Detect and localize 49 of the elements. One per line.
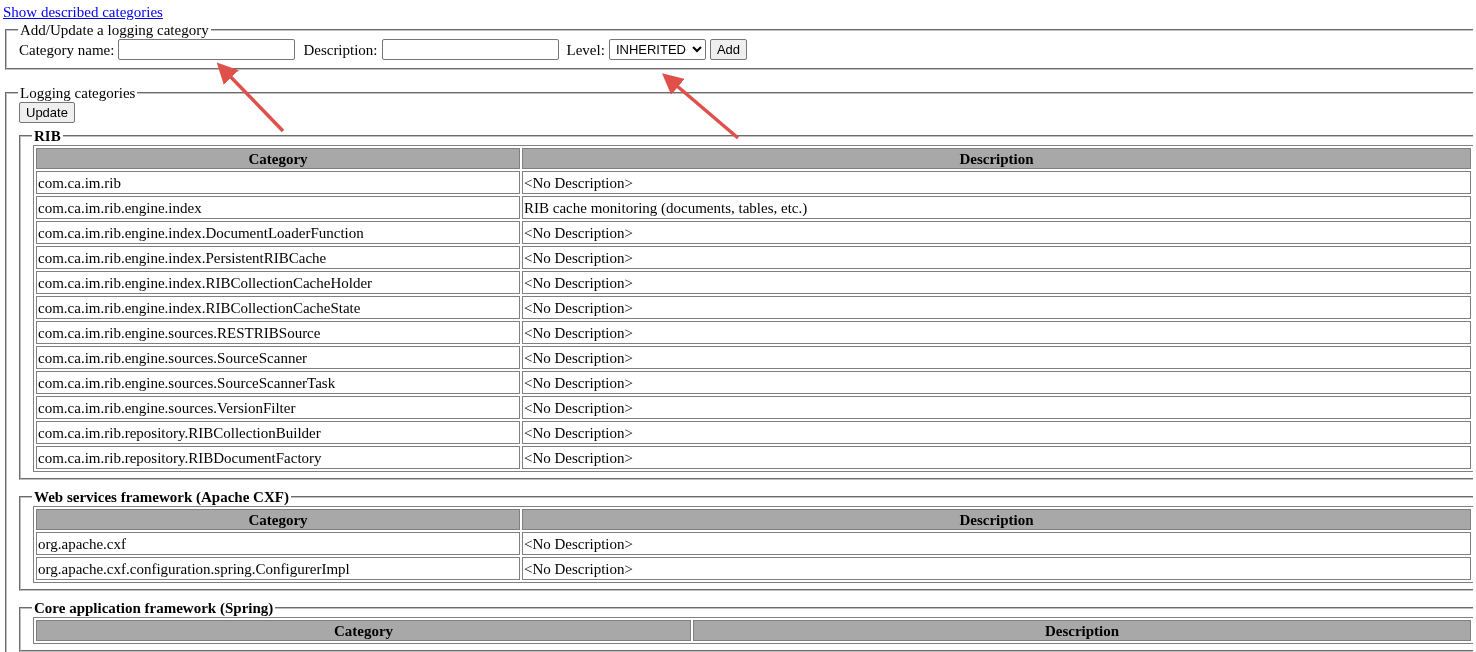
field-label: Category name: xyxy=(19,40,115,59)
column-header: Category xyxy=(36,148,520,169)
table-cell: <No Description> xyxy=(522,346,1471,369)
table-cell: <No Description> xyxy=(522,171,1471,194)
group-legend: Core application framework (Spring) xyxy=(32,599,276,617)
column-header: Description xyxy=(522,509,1471,530)
table-cell: com.ca.im.rib.engine.index xyxy=(36,196,520,219)
form-legend: Logging categories xyxy=(18,84,138,102)
table-cell: <No Description> xyxy=(522,396,1471,419)
table-cell: com.ca.im.rib xyxy=(36,171,520,194)
arrow-annotation xyxy=(216,62,285,133)
column-header: Category xyxy=(36,509,520,530)
table-cell: RIB cache monitoring (documents, tables, etc.) xyxy=(522,196,1471,219)
table-cell: <No Description> xyxy=(522,221,1471,244)
table-cell: com.ca.im.rib.engine.sources.RESTRIBSource xyxy=(36,321,520,344)
update-button[interactable]: Update xyxy=(19,102,75,123)
table-cell: com.ca.im.rib.repository.RIBCollectionBuilder xyxy=(36,421,520,444)
description-field[interactable] xyxy=(381,39,559,60)
table-cell: com.ca.im.rib.repository.RIBDocumentFactory xyxy=(36,446,520,469)
table-cell: com.ca.im.rib.engine.sources.SourceScannerTask xyxy=(36,371,520,394)
table-cell: com.ca.im.rib.engine.sources.SourceScanner xyxy=(36,346,520,369)
table-cell: com.ca.im.rib.engine.index.DocumentLoaderFunction xyxy=(36,221,520,244)
field-label: Level: xyxy=(566,40,605,59)
form-legend: Add/Update a logging category xyxy=(18,21,211,39)
table-cell: com.ca.im.rib.engine.index.RIBCollectionCacheHolder xyxy=(36,271,520,294)
show-described-categories-link[interactable]: Show described categories xyxy=(3,4,163,20)
group-legend: Web services framework (Apache CXF) xyxy=(32,488,291,506)
table-cell: <No Description> xyxy=(522,321,1471,344)
table-cell: org.apache.cxf xyxy=(36,532,520,555)
column-header: Description xyxy=(693,620,1471,641)
level-dropdown[interactable]: INHERITED xyxy=(608,39,706,60)
add-button[interactable]: Add xyxy=(709,39,747,60)
group-legend: RIB xyxy=(32,127,63,145)
field-label: Description: xyxy=(303,40,378,59)
table-cell: org.apache.cxf.configuration.spring.ConfigurerImpl xyxy=(36,557,520,580)
table-cell: <No Description> xyxy=(522,271,1471,294)
table-cell: <No Description> xyxy=(522,246,1471,269)
table-cell: com.ca.im.rib.engine.index.PersistentRIBCache xyxy=(36,246,520,269)
table-cell: <No Description> xyxy=(522,371,1471,394)
table-cell: <No Description> xyxy=(522,532,1471,555)
table-cell: com.ca.im.rib.engine.index.RIBCollectionCacheState xyxy=(36,296,520,319)
table-cell: com.ca.im.rib.engine.sources.VersionFilter xyxy=(36,396,520,419)
table-cell: <No Description> xyxy=(522,296,1471,319)
column-header: Category xyxy=(36,620,691,641)
table-cell: <No Description> xyxy=(522,446,1471,469)
table-cell: <No Description> xyxy=(522,557,1471,580)
table-cell: <No Description> xyxy=(522,421,1471,444)
column-header: Description xyxy=(522,148,1471,169)
category-name-field[interactable] xyxy=(118,39,296,60)
